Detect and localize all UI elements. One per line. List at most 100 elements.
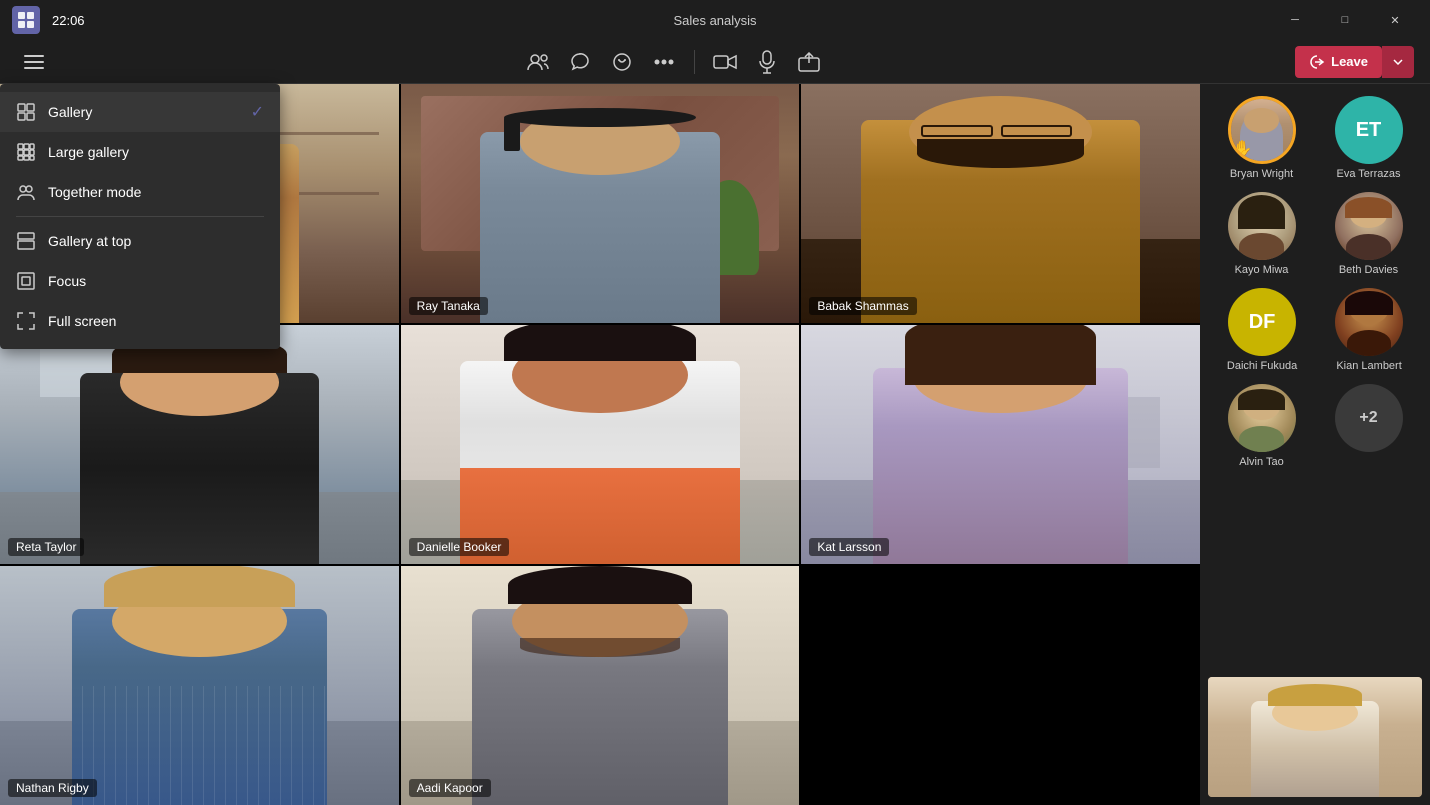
menu-together-mode-label: Together mode — [48, 184, 141, 200]
avatar-name-bryan: Bryan Wright — [1230, 168, 1293, 180]
avatar-df-initials: DF — [1228, 288, 1296, 356]
participant-name-aadi: Aadi Kapoor — [409, 779, 491, 797]
more-button[interactable] — [646, 44, 682, 80]
full-screen-icon — [16, 311, 36, 331]
menu-gallery-at-top-label: Gallery at top — [48, 233, 131, 249]
app-icon — [12, 6, 40, 34]
menu-divider — [16, 216, 264, 217]
participant-name-ray: Ray Tanaka — [409, 297, 488, 315]
sidebar-row-3: DF Daichi Fukuda Kian Lambert — [1208, 284, 1422, 376]
self-video-preview[interactable] — [1208, 677, 1422, 797]
video-inner-nathan: Nathan Rigby — [0, 566, 399, 805]
avatar-alvin[interactable] — [1228, 384, 1296, 452]
video-cell-ray[interactable]: Ray Tanaka — [401, 84, 800, 323]
avatar-bryan[interactable]: ✋ — [1228, 96, 1296, 164]
gallery-icon — [16, 102, 36, 122]
focus-icon — [16, 271, 36, 291]
menu-item-focus[interactable]: Focus — [0, 261, 280, 301]
close-button[interactable]: ✕ — [1372, 4, 1418, 36]
participant-name-reta: Reta Taylor — [8, 538, 84, 556]
avatar-container-df: DF Daichi Fukuda — [1227, 288, 1297, 372]
video-inner-reta: Reta Taylor — [0, 325, 399, 564]
menu-large-gallery-label: Large gallery — [48, 144, 129, 160]
video-inner-ray: Ray Tanaka — [401, 84, 800, 323]
avatar-container-beth: Beth Davies — [1335, 192, 1403, 276]
toolbar: Leave — [0, 40, 1430, 84]
avatar-container-kayo: Kayo Miwa — [1228, 192, 1296, 276]
together-mode-icon — [16, 182, 36, 202]
menu-item-gallery[interactable]: Gallery ✓ — [0, 92, 280, 132]
large-gallery-icon — [16, 142, 36, 162]
title-bar-left: 22:06 — [12, 6, 85, 34]
avatar-name-alvin: Alvin Tao — [1239, 456, 1283, 468]
avatar-name-df: Daichi Fukuda — [1227, 360, 1297, 372]
avatar-beth[interactable] — [1335, 192, 1403, 260]
participant-name-nathan: Nathan Rigby — [8, 779, 97, 797]
video-inner-aadi: Aadi Kapoor — [401, 566, 800, 805]
leave-button[interactable]: Leave — [1295, 46, 1382, 78]
menu-button[interactable] — [16, 44, 52, 80]
leave-label: Leave — [1331, 54, 1368, 69]
time-display: 22:06 — [52, 13, 85, 28]
toolbar-left — [16, 44, 52, 80]
avatar-name-kian: Kian Lambert — [1336, 360, 1401, 372]
window-controls: ─ □ ✕ — [1272, 4, 1418, 36]
hand-raised-icon: ✋ — [1233, 139, 1253, 159]
avatar-container-kian: Kian Lambert — [1335, 288, 1403, 372]
menu-focus-label: Focus — [48, 273, 86, 289]
more-participants-badge[interactable]: +2 — [1335, 384, 1403, 452]
video-cell-aadi[interactable]: Aadi Kapoor — [401, 566, 800, 805]
avatar-name-beth: Beth Davies — [1339, 264, 1398, 276]
avatar-kayo[interactable] — [1228, 192, 1296, 260]
divider — [694, 50, 695, 74]
avatar-et-initials: ET — [1335, 96, 1403, 164]
avatar-df[interactable]: DF — [1228, 288, 1296, 356]
avatar-container-et: ET Eva Terrazas — [1335, 96, 1403, 180]
video-inner-kat: Kat Larsson — [801, 325, 1200, 564]
video-cell-kat[interactable]: Kat Larsson — [801, 325, 1200, 564]
minimize-button[interactable]: ─ — [1272, 4, 1318, 36]
title-bar: 22:06 Sales analysis ─ □ ✕ — [0, 0, 1430, 40]
participant-name-babak: Babak Shammas — [809, 297, 916, 315]
avatar-container-alvin: Alvin Tao — [1228, 384, 1296, 468]
avatar-et[interactable]: ET — [1335, 96, 1403, 164]
avatar-name-et: Eva Terrazas — [1337, 168, 1401, 180]
menu-item-large-gallery[interactable]: Large gallery — [0, 132, 280, 172]
maximize-button[interactable]: □ — [1322, 4, 1368, 36]
video-cell-danielle[interactable]: Danielle Booker — [401, 325, 800, 564]
menu-item-gallery-at-top[interactable]: Gallery at top — [0, 221, 280, 261]
video-inner-babak: Babak Shammas — [801, 84, 1200, 323]
menu-gallery-label: Gallery — [48, 104, 92, 120]
mic-button[interactable] — [749, 44, 785, 80]
video-cell-nathan[interactable]: Nathan Rigby — [0, 566, 399, 805]
share-button[interactable] — [791, 44, 827, 80]
leave-group: Leave — [1295, 46, 1414, 78]
gallery-check-icon: ✓ — [251, 102, 264, 122]
avatar-kian[interactable] — [1335, 288, 1403, 356]
avatar-container-more: +2 — [1335, 384, 1403, 468]
menu-item-full-screen[interactable]: Full screen — [0, 301, 280, 341]
avatar-name-more — [1367, 456, 1370, 468]
people-button[interactable] — [520, 44, 556, 80]
sidebar-row-1: ✋ Bryan Wright ET Eva Terrazas — [1208, 92, 1422, 184]
avatar-container-bryan: ✋ Bryan Wright — [1228, 96, 1296, 180]
main-content: Gallery ✓ Large gallery — [0, 84, 1430, 805]
gallery-at-top-icon — [16, 231, 36, 251]
video-inner-danielle: Danielle Booker — [401, 325, 800, 564]
menu-item-together-mode[interactable]: Together mode — [0, 172, 280, 212]
sidebar-row-2: Kayo Miwa Beth Davies — [1208, 188, 1422, 280]
video-cell-reta[interactable]: Reta Taylor — [0, 325, 399, 564]
toolbar-center — [520, 44, 827, 80]
menu-full-screen-label: Full screen — [48, 313, 116, 329]
participant-name-kat: Kat Larsson — [809, 538, 889, 556]
participant-name-danielle: Danielle Booker — [409, 538, 510, 556]
video-cell-babak[interactable]: Babak Shammas — [801, 84, 1200, 323]
video-button[interactable] — [707, 44, 743, 80]
view-dropdown-menu: Gallery ✓ Large gallery — [0, 84, 280, 349]
toolbar-right: Leave — [1295, 46, 1414, 78]
sidebar-row-4: Alvin Tao +2 — [1208, 380, 1422, 472]
leave-caret-button[interactable] — [1382, 46, 1414, 78]
avatar-name-kayo: Kayo Miwa — [1235, 264, 1289, 276]
reactions-button[interactable] — [604, 44, 640, 80]
chat-button[interactable] — [562, 44, 598, 80]
